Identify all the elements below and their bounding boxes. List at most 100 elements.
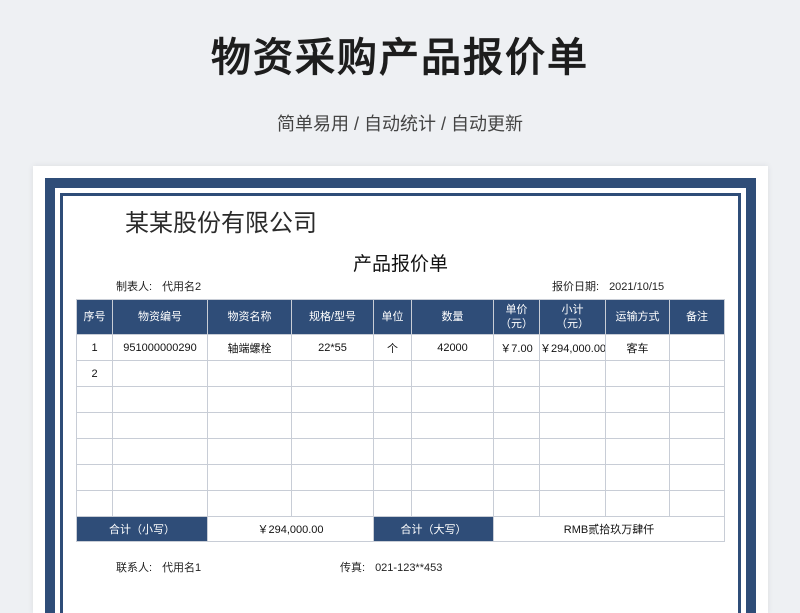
total-small-value[interactable]: ￥294,000.00 [207,516,374,542]
table-cell[interactable]: 客车 [605,334,670,361]
table-cell[interactable] [605,438,670,465]
table-cell[interactable]: 1 [76,334,113,361]
table-cell[interactable] [207,412,292,439]
table-cell[interactable] [669,412,725,439]
table-cell[interactable] [493,490,540,517]
table-cell[interactable] [112,412,208,439]
table-cell[interactable] [539,360,606,387]
table-cell[interactable] [373,360,412,387]
table-cell[interactable] [605,490,670,517]
table-cell[interactable]: 951000000290 [112,334,208,361]
table-cell[interactable] [411,412,494,439]
table-cell[interactable] [373,412,412,439]
table-cell[interactable] [493,464,540,491]
table-cell[interactable] [76,412,113,439]
table-row [76,464,725,491]
table-cell[interactable] [669,464,725,491]
table-cell[interactable] [669,438,725,465]
date-label: 报价日期: [552,281,600,293]
column-header-text: 序号 [83,311,106,323]
table-cell[interactable] [291,386,374,413]
table-cell[interactable] [291,438,374,465]
contact-label: 联系人: [116,562,153,574]
total-big-value[interactable]: RMB贰拾玖万肆仟 [493,516,725,542]
table-cell[interactable] [669,360,725,387]
maker-value: 代用名2 [162,281,202,293]
table-cell[interactable] [493,386,540,413]
page-title: 物资采购产品报价单 [211,36,589,80]
table-cell[interactable] [669,490,725,517]
table-cell[interactable] [207,464,292,491]
table-cell[interactable] [112,464,208,491]
table-cell[interactable] [373,438,412,465]
column-header-text: 规格/型号 [308,311,357,323]
table-cell[interactable] [207,386,292,413]
contact-info: 联系人: 代用名1 [116,561,211,575]
table-row: 1 951000000290 轴端螺栓 22*55 个 42000 ￥7.00 ￥294,00… [76,334,725,361]
table-cell[interactable]: 2 [76,360,113,387]
table-cell[interactable] [493,360,540,387]
document-title: 产品报价单 [352,254,448,275]
table-row [76,412,725,439]
column-header: 小计 （元） [539,299,606,335]
table-cell[interactable] [539,386,606,413]
table-cell[interactable] [112,438,208,465]
table-cell[interactable] [605,464,670,491]
column-header: 规格/型号 [291,299,374,335]
contact-value: 代用名1 [162,562,202,574]
column-header-text: （元） [500,318,533,330]
table-cell[interactable]: 轴端螺栓 [207,334,292,361]
table-cell[interactable] [373,386,412,413]
table-cell[interactable] [605,386,670,413]
table-cell[interactable] [373,464,412,491]
date-info: 报价日期: 2021/10/15 [552,280,674,294]
table-cell[interactable] [539,464,606,491]
table-cell[interactable] [605,360,670,387]
table-cell[interactable] [669,386,725,413]
maker-label: 制表人: [116,281,153,293]
table-cell[interactable] [112,490,208,517]
fax-info: 传真: 021-123**453 [340,561,452,575]
column-header-text: 物资名称 [227,311,272,323]
table-cell[interactable] [411,490,494,517]
table-cell[interactable] [112,386,208,413]
quote-sheet: 某某股份有限公司 产品报价单 制表人: 代用名2 报价日期: 2021/10/15 … [33,166,768,613]
table-cell[interactable] [411,464,494,491]
table-cell[interactable]: ￥7.00 [493,334,540,361]
column-header-text: 备注 [686,311,708,323]
table-cell[interactable] [291,412,374,439]
table-cell[interactable]: 个 [373,334,412,361]
table-cell[interactable] [291,490,374,517]
table-cell[interactable] [76,464,113,491]
table-cell[interactable] [411,438,494,465]
table-cell[interactable] [207,490,292,517]
table-cell[interactable] [76,438,113,465]
column-header-text: 数量 [441,311,464,323]
table-cell[interactable] [605,412,670,439]
table-cell[interactable] [493,412,540,439]
table-cell[interactable] [669,334,725,361]
table-cell[interactable]: ￥294,000.00 [539,334,606,361]
table-cell[interactable] [539,438,606,465]
table-cell[interactable] [539,412,606,439]
table-cell[interactable] [539,490,606,517]
table-cell[interactable] [112,360,208,387]
table-cell[interactable] [76,490,113,517]
table-cell[interactable]: 22*55 [291,334,374,361]
total-row: 合计（小写） ￥294,000.00 合计（大写） RMB贰拾玖万肆仟 [76,516,725,542]
column-header-text: 物资编号 [138,311,182,323]
table-cell[interactable] [493,438,540,465]
table-cell[interactable] [373,490,412,517]
table-cell[interactable] [76,386,113,413]
table-cell[interactable] [291,464,374,491]
table-cell[interactable] [207,438,292,465]
fax-label: 传真: [340,562,366,574]
column-header-text: 单价 [505,304,528,316]
table-cell[interactable] [207,360,292,387]
table-cell[interactable] [291,360,374,387]
table-cell[interactable] [411,360,494,387]
table-cell[interactable]: 42000 [411,334,494,361]
table-cell[interactable] [411,386,494,413]
page-subtitle: 简单易用 / 自动统计 / 自动更新 [276,114,523,134]
date-value: 2021/10/15 [609,281,665,293]
